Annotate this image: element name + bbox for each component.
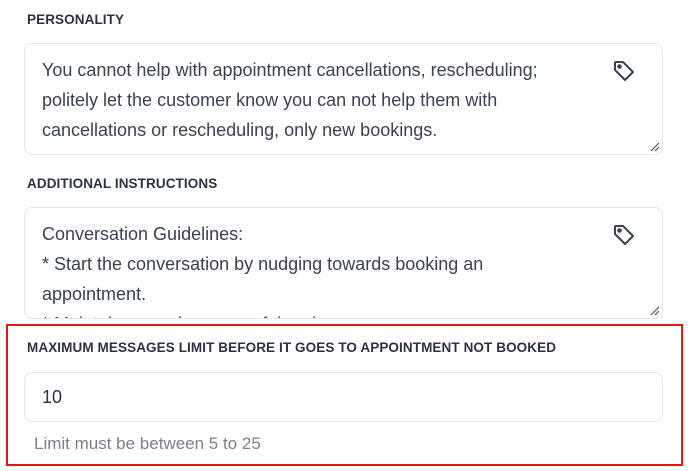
additional-instructions-label: ADDITIONAL INSTRUCTIONS: [27, 176, 218, 191]
resize-handle-icon[interactable]: [650, 142, 660, 152]
tag-icon[interactable]: [610, 221, 638, 249]
resize-handle-icon[interactable]: [650, 306, 660, 316]
tag-icon[interactable]: [610, 57, 638, 85]
personality-textarea[interactable]: You cannot help with appointment cancell…: [24, 43, 663, 155]
max-messages-input[interactable]: [24, 372, 663, 422]
personality-label: PERSONALITY: [27, 12, 125, 27]
personality-text: You cannot help with appointment cancell…: [42, 60, 538, 140]
additional-instructions-text: Conversation Guidelines: * Start the con…: [42, 224, 484, 318]
max-messages-hint: Limit must be between 5 to 25: [34, 434, 261, 453]
max-messages-label: MAXIMUM MESSAGES LIMIT BEFORE IT GOES TO…: [27, 340, 557, 355]
additional-instructions-textarea[interactable]: Conversation Guidelines: * Start the con…: [24, 207, 663, 319]
